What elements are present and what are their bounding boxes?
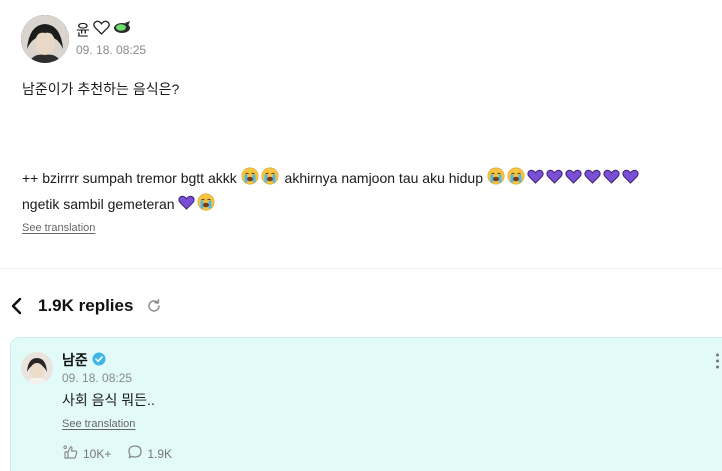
comment-bubble-icon <box>127 444 143 463</box>
lime-rocket-icon <box>113 20 131 39</box>
post-timestamp: 09. 18. 08:25 <box>76 43 147 57</box>
post-see-translation-link[interactable]: See translation <box>22 222 95 234</box>
purple-heart-icon <box>584 167 601 191</box>
reply-username-text: 남준 <box>62 352 88 368</box>
purple-heart-icon <box>622 167 639 191</box>
comment-button[interactable]: 1.9K <box>127 444 172 463</box>
reply-avatar[interactable] <box>21 352 53 384</box>
reaction-count: 10K+ <box>83 446 112 461</box>
post-body-line2: ngetik sambil gemeteran <box>22 195 175 212</box>
original-post: 윤 09. 18. 08:25 남준이가 추천하는 음식은? ++ bzirrr… <box>0 0 722 268</box>
reply-thread-page: 윤 09. 18. 08:25 남준이가 추천하는 음식은? ++ bzirrr… <box>0 0 722 471</box>
post-username[interactable]: 윤 <box>76 19 131 39</box>
post-username-text: 윤 <box>76 21 90 39</box>
reply-actions: 10K+ 1.9K <box>62 444 188 463</box>
loudly-crying-face-icon <box>487 167 505 192</box>
loudly-crying-face-icon <box>241 167 259 192</box>
reply-timestamp: 09. 18. 08:25 <box>62 371 133 385</box>
purple-heart-icon <box>178 193 196 217</box>
section-divider <box>0 268 722 269</box>
white-heart-icon <box>93 20 110 39</box>
post-avatar[interactable] <box>21 15 69 63</box>
replies-count: 1.9K replies <box>38 296 134 315</box>
purple-heart-icon <box>546 167 563 191</box>
post-body-line1: ++ bzirrrr sumpah tremor bgtt akkk <box>22 170 237 186</box>
back-chevron-icon[interactable] <box>10 297 24 315</box>
reply-text: 사회 음식 뭐든.. <box>62 392 155 408</box>
reaction-button[interactable]: 10K+ <box>62 444 111 463</box>
comment-count: 1.9K <box>147 446 173 461</box>
reply-see-translation-link[interactable]: See translation <box>62 418 135 430</box>
verified-badge-icon <box>92 352 106 369</box>
post-body: ++ bzirrrr sumpah tremor bgtt akkk akhir… <box>22 166 702 218</box>
reaction-icon <box>62 444 79 463</box>
loudly-crying-face-icon <box>261 167 279 192</box>
replies-header: 1.9K replies <box>0 288 722 324</box>
purple-heart-icon <box>603 167 620 191</box>
purple-heart-icon <box>527 167 544 191</box>
loudly-crying-face-icon <box>197 193 215 218</box>
refresh-icon[interactable] <box>146 298 162 314</box>
loudly-crying-face-icon <box>507 167 525 192</box>
post-body-line1b: akhirnya namjoon tau aku hidup <box>284 170 483 186</box>
post-question: 남준이가 추천하는 음식은? <box>22 81 180 97</box>
reply-username[interactable]: 남준 <box>62 350 106 370</box>
purple-heart-icon <box>565 167 582 191</box>
more-options-icon[interactable] <box>713 352 722 370</box>
